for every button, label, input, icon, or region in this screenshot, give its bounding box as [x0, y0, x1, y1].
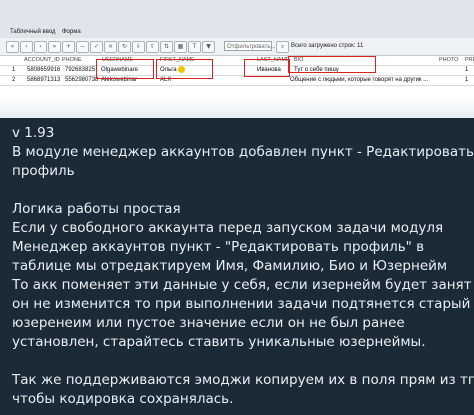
- first-record-icon[interactable]: «: [6, 41, 19, 53]
- column-header[interactable]: PREM: [465, 56, 474, 65]
- grid-toolbar: « ‹ › » + − ✓ × ↻ ⇩ ⇧ ⇅ ▦ T ▼ Отфильтров…: [0, 38, 474, 56]
- message-line: v 1.93: [12, 125, 55, 141]
- account-id-cell[interactable]: 5808659916: [27, 66, 60, 75]
- column-header[interactable]: PHOTO: [439, 56, 458, 65]
- message-line: В модуле менеджер аккаунтов добавлен пун…: [12, 144, 474, 160]
- grid-icon[interactable]: ▦: [174, 41, 187, 53]
- first-name-highlight-box: [156, 59, 213, 79]
- refresh-icon[interactable]: ↻: [118, 41, 131, 53]
- message-line: установлен, старайтесь ставить уникальны…: [12, 334, 426, 350]
- message-line: профиль: [12, 163, 75, 179]
- message-line: Менеджер аккаунтов пункт - "Редактироват…: [12, 239, 425, 255]
- prem-cell[interactable]: 1: [465, 66, 468, 75]
- prev-record-icon[interactable]: ‹: [20, 41, 33, 53]
- bio-cell[interactable]: Общение с людьми, которые говорят на дру…: [290, 76, 430, 85]
- last-name-highlight-box: [244, 59, 290, 77]
- cancel-icon[interactable]: ×: [104, 41, 117, 53]
- message-line: Так же поддерживаются эмоджи копируем их…: [12, 372, 474, 388]
- message-bubble: Табличный ввод Форма « ‹ › » + − ✓ × ↻ ⇩…: [0, 0, 474, 415]
- column-header[interactable]: PHONE: [62, 56, 82, 65]
- message-line: Если у свободного аккаунта перед запуско…: [12, 220, 444, 236]
- tab-form[interactable]: Форма: [62, 29, 81, 35]
- row-divider: [0, 85, 474, 86]
- username-highlight-box: [96, 59, 154, 79]
- row-number: 1: [12, 67, 16, 73]
- add-row-icon[interactable]: +: [62, 41, 75, 53]
- next-record-icon[interactable]: ›: [34, 41, 47, 53]
- message-line: чтобы кодировка сохранялась.: [12, 391, 234, 407]
- message-line: То акк поменяет эти данные у себя, если …: [12, 277, 472, 293]
- bio-highlight-box: [288, 56, 376, 73]
- prem-cell[interactable]: 1: [465, 76, 468, 85]
- attached-screenshot[interactable]: Табличный ввод Форма « ‹ › » + − ✓ × ↻ ⇩…: [0, 0, 474, 118]
- screenshot-fade: [0, 96, 474, 118]
- column-header[interactable]: ACCOUNT_ID: [24, 56, 60, 65]
- phone-cell[interactable]: 5562980738930: [65, 76, 99, 85]
- tab-table-input[interactable]: Табличный ввод: [10, 29, 56, 35]
- text-icon[interactable]: T: [188, 41, 201, 53]
- apply-icon[interactable]: ✓: [90, 41, 103, 53]
- row-number: 2: [12, 77, 16, 83]
- sort-icon[interactable]: ⇅: [160, 41, 173, 53]
- search-icon[interactable]: ⌕: [276, 41, 289, 53]
- tab-bar: Табличный ввод Форма: [0, 0, 474, 39]
- filter-input[interactable]: Отфильтровать...: [224, 41, 275, 51]
- phone-cell[interactable]: 79268382541: [65, 66, 95, 75]
- rows-loaded-label: Всего загружено строк: 11: [291, 43, 364, 49]
- export-icon[interactable]: ⇧: [146, 41, 159, 53]
- message-line: он не изменится то при выполнении задачи…: [12, 296, 471, 312]
- message-line: Логика работы простая: [12, 201, 181, 217]
- filter-icon[interactable]: ▼: [202, 41, 215, 53]
- message-line: таблице мы отредактируем Имя, Фамилию, Б…: [12, 258, 448, 274]
- import-icon[interactable]: ⇩: [132, 41, 145, 53]
- account-id-cell[interactable]: 5868971313: [27, 76, 60, 85]
- message-line: юзеренеим или пустое значение если он не…: [12, 315, 405, 331]
- last-record-icon[interactable]: »: [48, 41, 61, 53]
- delete-row-icon[interactable]: −: [76, 41, 89, 53]
